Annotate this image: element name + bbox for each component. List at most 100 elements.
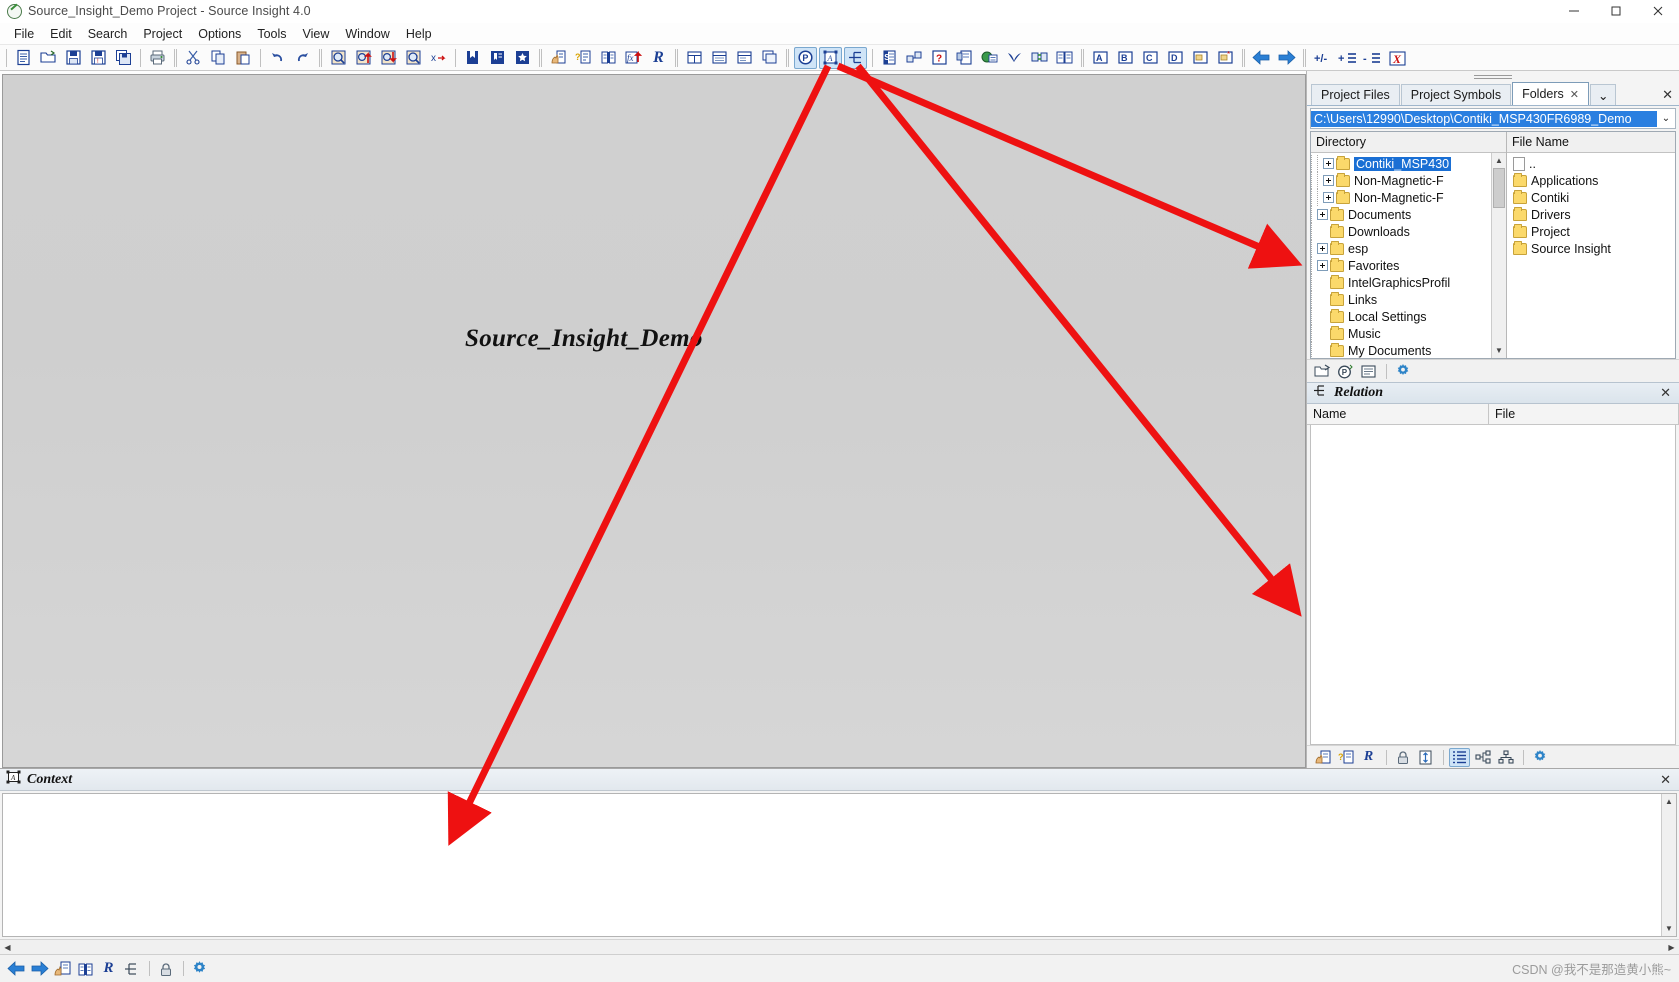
cascade-windows-icon[interactable] [758,47,781,69]
tree-item-documents[interactable]: Documents [1311,206,1491,223]
jump-to-definition-icon[interactable]: fx [622,47,645,69]
scroll-down-arrow-icon[interactable]: ▼ [1492,343,1506,358]
horizontal-graph-icon[interactable] [1472,748,1493,767]
clip-window-icon[interactable] [953,47,976,69]
save-as-icon[interactable]: ! [87,47,110,69]
cut-icon[interactable] [182,47,205,69]
directory-body[interactable]: Contiki_MSP430 Non-Magnetic-F Non-Magnet… [1311,153,1506,358]
relation-rows-area[interactable] [1310,425,1676,745]
lock-icon[interactable] [1392,748,1413,767]
outline-view-icon[interactable] [1449,747,1470,767]
new-window-icon[interactable]: * [1214,47,1237,69]
folder-path-combo[interactable]: C:\Users\12990\Desktop\Contiki_MSP430FR6… [1310,108,1676,129]
file-list-icon[interactable] [903,47,926,69]
maximize-button[interactable] [1595,0,1637,23]
bookmark-icon[interactable] [461,47,484,69]
scroll-up-arrow-icon[interactable]: ▲ [1492,153,1506,168]
sync-files-icon[interactable] [1028,47,1051,69]
expander-icon[interactable] [1317,209,1328,220]
bookmark-d-icon[interactable]: D [1164,47,1187,69]
folder-path-value[interactable]: C:\Users\12990\Desktop\Contiki_MSP430FR6… [1311,110,1657,127]
list-item-contiki[interactable]: Contiki [1513,189,1675,206]
list-item-project[interactable]: Project [1513,223,1675,240]
web-browser-icon[interactable] [978,47,1001,69]
open-project-icon[interactable] [1312,362,1333,381]
highlight-word-icon[interactable] [547,47,570,69]
expander-icon[interactable] [1317,243,1328,254]
menu-help[interactable]: Help [398,25,440,43]
tab-project-symbols[interactable]: Project Symbols [1400,84,1512,105]
list-item-drivers[interactable]: Drivers [1513,206,1675,223]
symbol-info-icon[interactable]: ? [1335,748,1356,767]
tree-item-contiki-msp430[interactable]: Contiki_MSP430 [1311,155,1491,172]
search-backward-icon[interactable] [352,47,375,69]
undo-icon[interactable] [266,47,289,69]
menu-tools[interactable]: Tools [249,25,294,43]
browse-symbols-icon[interactable] [597,47,620,69]
save-file-icon[interactable] [62,47,85,69]
scroll-track[interactable] [1662,809,1676,921]
scroll-track[interactable] [1492,208,1506,343]
tile-horizontal-icon[interactable] [708,47,731,69]
scroll-left-arrow-icon[interactable]: ◀ [0,943,15,952]
tree-item-local-settings[interactable]: Local Settings [1311,308,1491,325]
list-item-source-insight[interactable]: Source Insight [1513,240,1675,257]
bookmark-list-icon[interactable] [486,47,509,69]
tab-folders-close-icon[interactable]: ✕ [1570,88,1579,101]
menu-file[interactable]: File [6,25,42,43]
clear-all-icon[interactable]: X [1386,47,1409,69]
tab-folders[interactable]: Folders ✕ [1512,82,1589,105]
tree-item-favorites[interactable]: Favorites [1311,257,1491,274]
context-hscrollbar[interactable]: ◀ ▶ [0,939,1679,954]
expander-icon[interactable] [1323,158,1334,169]
new-project-icon[interactable]: P [1335,362,1356,381]
context-body[interactable]: ▲ ▼ [2,793,1677,937]
search-forward-icon[interactable] [377,47,400,69]
redo-icon[interactable] [291,47,314,69]
search-icon[interactable] [327,47,350,69]
relation-tree-icon[interactable] [121,959,142,978]
filelist-body[interactable]: .. Applications Contiki Drivers Project … [1507,153,1675,358]
favorites-icon[interactable] [511,47,534,69]
copy-icon[interactable] [207,47,230,69]
reference-search-icon[interactable]: R [1358,748,1379,767]
lock-icon[interactable] [155,959,176,978]
menu-view[interactable]: View [295,25,338,43]
settings-gear-icon[interactable] [189,959,210,978]
relation-settings-gear-icon[interactable] [1529,748,1550,767]
project-window-icon[interactable]: P [794,46,817,69]
back-icon[interactable] [6,959,27,978]
scroll-right-arrow-icon[interactable]: ▶ [1664,943,1679,952]
smart-rename-icon[interactable] [1003,47,1026,69]
window-list-icon[interactable] [1189,47,1212,69]
menu-search[interactable]: Search [80,25,136,43]
help-window-icon[interactable]: ? [928,47,951,69]
scroll-up-arrow-icon[interactable]: ▲ [1662,794,1676,809]
expander-icon[interactable] [1323,175,1334,186]
tab-overflow-chevron-down-icon[interactable]: ⌄ [1590,84,1617,105]
tree-item-downloads[interactable]: Downloads [1311,223,1491,240]
new-file-icon[interactable] [12,47,35,69]
scroll-down-arrow-icon[interactable]: ▼ [1662,921,1676,936]
menu-options[interactable]: Options [190,25,249,43]
file-list[interactable]: .. Applications Contiki Drivers Project … [1507,153,1675,358]
refresh-icon[interactable] [1415,748,1436,767]
context-window-icon[interactable]: A [819,46,842,69]
menu-project[interactable]: Project [135,25,190,43]
directory-scrollbar[interactable]: ▲ ▼ [1491,153,1506,358]
folder-path-chevron-down-icon[interactable]: ⌄ [1657,113,1675,124]
bookmark-c-icon[interactable]: C [1139,47,1162,69]
relation-col-name[interactable]: Name [1307,404,1489,424]
directory-tree[interactable]: Contiki_MSP430 Non-Magnetic-F Non-Magnet… [1311,153,1491,358]
relation-window-icon[interactable] [844,46,867,69]
forward-icon[interactable] [1275,47,1298,69]
split-window-icon[interactable] [733,47,756,69]
dock-grip-handle[interactable] [1307,71,1679,83]
vertical-graph-icon[interactable] [1495,748,1516,767]
open-file-icon[interactable] [37,47,60,69]
tree-item-my-documents[interactable]: My Documents [1311,342,1491,358]
menu-window[interactable]: Window [337,25,397,43]
tree-item-non-magnetic-2[interactable]: Non-Magnetic-F [1311,189,1491,206]
tree-item-esp[interactable]: esp [1311,240,1491,257]
tree-item-music[interactable]: Music [1311,325,1491,342]
